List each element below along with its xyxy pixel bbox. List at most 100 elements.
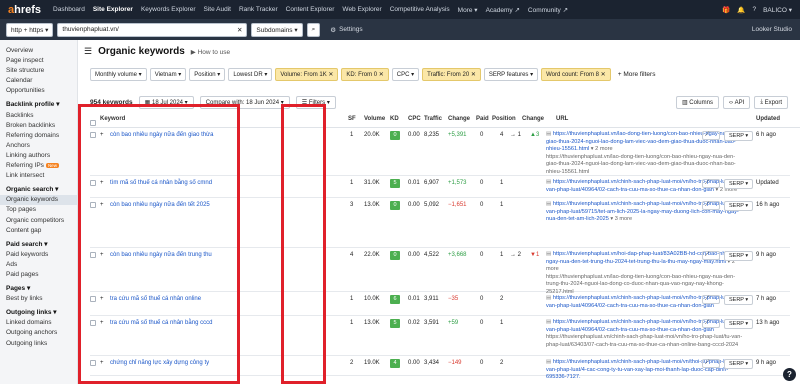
- sidebar-item[interactable]: Backlinks: [0, 111, 77, 121]
- sidebar-item[interactable]: Linked domains: [0, 318, 77, 328]
- sidebar-item[interactable]: Content gap: [0, 226, 77, 236]
- sidebar-item[interactable]: Paid pages: [0, 270, 77, 280]
- filter-chip[interactable]: Position ▾: [189, 68, 226, 81]
- bell-icon[interactable]: 🔔: [737, 6, 745, 14]
- trend-chart-button[interactable]: ⟋: [702, 359, 720, 368]
- sidebar-item[interactable]: Opportunities: [0, 86, 77, 96]
- help-chat-button[interactable]: ?: [783, 368, 796, 381]
- filter-chip[interactable]: Monthly volume ▾: [90, 68, 147, 81]
- help-icon[interactable]: ?: [752, 6, 756, 13]
- sidebar-item-label: Referring domains: [6, 131, 60, 139]
- sidebar-item[interactable]: Best by links: [0, 294, 77, 304]
- menu-icon[interactable]: ☰: [84, 46, 92, 57]
- export-button[interactable]: ⤓ Export: [754, 96, 788, 109]
- sidebar-item[interactable]: Outgoing anchors: [0, 328, 77, 338]
- filter-chip[interactable]: SERP features ▾: [483, 68, 539, 81]
- filter-chip[interactable]: Vietnam ▾: [149, 68, 187, 81]
- sidebar-section-header[interactable]: Organic search ▾: [0, 185, 77, 195]
- sidebar-item[interactable]: Calendar: [0, 76, 77, 86]
- nav-keywords-explorer[interactable]: Keywords Explorer: [137, 6, 200, 13]
- filter-chip[interactable]: Volume: From 1K ✕: [275, 68, 339, 81]
- secondary-url-link[interactable]: https://thuvienphapluat.vn/chinh-sach-ph…: [546, 334, 746, 349]
- sidebar-item[interactable]: Anchors: [0, 141, 77, 151]
- col-paid[interactable]: Paid: [476, 116, 489, 122]
- sidebar-item[interactable]: Broken backlinks: [0, 121, 77, 131]
- nav-content-explorer[interactable]: Content Explorer: [282, 6, 339, 13]
- filter-chip[interactable]: Lowest DR ▾: [228, 68, 273, 81]
- col-position[interactable]: Position: [492, 116, 516, 122]
- trend-chart-button[interactable]: ⟋: [702, 319, 720, 328]
- nav-web-explorer[interactable]: Web Explorer: [338, 6, 385, 13]
- sidebar-item[interactable]: Referring domains: [0, 131, 77, 141]
- how-to-use-link[interactable]: ▶ How to use: [191, 48, 230, 56]
- sidebar-item[interactable]: Ads: [0, 260, 77, 270]
- col-cpc[interactable]: CPC: [408, 116, 421, 122]
- trend-chart-button[interactable]: ⟋: [702, 201, 720, 210]
- nav-academy[interactable]: Academy ↗: [482, 6, 524, 14]
- columns-button[interactable]: ▥ Columns: [675, 96, 719, 109]
- trend-chart-button[interactable]: ⟋: [702, 251, 720, 260]
- sidebar-item[interactable]: Linking authors: [0, 151, 77, 161]
- sidebar-item[interactable]: Site structure: [0, 66, 77, 76]
- serp-button[interactable]: SERP ▾: [724, 179, 754, 189]
- serp-button[interactable]: SERP ▾: [724, 319, 754, 329]
- sidebar-item[interactable]: Link intersect: [0, 171, 77, 181]
- col-url[interactable]: URL: [556, 116, 568, 122]
- col-traffic[interactable]: Traffic: [424, 116, 442, 122]
- serp-button[interactable]: SERP ▾: [724, 251, 754, 261]
- sidebar-item[interactable]: Overview: [0, 46, 77, 56]
- settings-button[interactable]: ⚙ Settings: [330, 26, 362, 34]
- cpc-value: 0.01: [408, 180, 420, 186]
- sidebar-item[interactable]: Referring IPs New: [0, 161, 77, 171]
- account-menu[interactable]: BALICO ▾: [763, 6, 792, 14]
- col-position-change[interactable]: Change: [522, 116, 544, 122]
- col-change[interactable]: Change: [448, 116, 470, 122]
- trend-chart-button[interactable]: ⟋: [702, 179, 720, 188]
- serp-button[interactable]: SERP ▾: [724, 131, 754, 141]
- filter-chip[interactable]: Word count: From 8 ✕: [541, 68, 611, 81]
- sidebar-section-header[interactable]: Paid search ▾: [0, 240, 77, 250]
- nav-dashboard[interactable]: Dashboard: [49, 6, 89, 13]
- close-icon[interactable]: ✕: [237, 26, 242, 34]
- sidebar-item[interactable]: Page inspect: [0, 56, 77, 66]
- col-sf[interactable]: SF: [348, 116, 356, 122]
- sidebar-item[interactable]: Outgoing links: [0, 339, 77, 349]
- gift-icon[interactable]: 🎁: [722, 6, 730, 14]
- nav-more[interactable]: More ▾: [454, 6, 482, 14]
- ahrefs-logo[interactable]: ahrefs: [8, 4, 41, 16]
- nav-competitive-analysis[interactable]: Competitive Analysis: [386, 6, 454, 13]
- serp-button[interactable]: SERP ▾: [724, 201, 754, 211]
- serp-button[interactable]: SERP ▾: [724, 295, 754, 305]
- more-filters-button[interactable]: + More filters: [618, 71, 656, 78]
- more-urls-toggle[interactable]: 3 more: [615, 216, 632, 222]
- volume-value: 20.0K: [364, 132, 380, 138]
- search-button[interactable]: ⌕: [306, 22, 321, 37]
- serp-button[interactable]: SERP ▾: [724, 359, 754, 369]
- filter-chip[interactable]: Traffic: From 20 ✕: [422, 68, 481, 81]
- nav-rank-tracker[interactable]: Rank Tracker: [235, 6, 282, 13]
- nav-site-audit[interactable]: Site Audit: [200, 6, 235, 13]
- filter-chip[interactable]: CPC ▾: [391, 68, 420, 81]
- api-button[interactable]: ‹› API: [722, 96, 751, 109]
- target-url-input[interactable]: thuvienphapluat.vn/✕: [57, 22, 248, 37]
- col-volume[interactable]: Volume: [364, 116, 385, 122]
- sidebar-item[interactable]: Organic keywords: [0, 195, 77, 206]
- sidebar-item[interactable]: Top pages: [0, 205, 77, 215]
- more-urls-toggle[interactable]: 2 more: [595, 146, 612, 152]
- filter-chip[interactable]: KD: From 0 ✕: [341, 68, 389, 81]
- sidebar-section-header[interactable]: Outgoing links ▾: [0, 308, 77, 318]
- col-updated[interactable]: Updated: [756, 116, 780, 122]
- trend-chart-button[interactable]: ⟋: [702, 131, 720, 140]
- trend-chart-button[interactable]: ⟋: [702, 295, 720, 304]
- secondary-url-link[interactable]: https://thuvienphapluat.vn/lao-dong-tien…: [546, 154, 746, 177]
- nav-site-explorer[interactable]: Site Explorer: [89, 6, 137, 13]
- sidebar-section-header[interactable]: Pages ▾: [0, 284, 77, 294]
- sidebar-section-header[interactable]: Backlink profile ▾: [0, 100, 77, 110]
- sidebar-item[interactable]: Paid keywords: [0, 250, 77, 260]
- looker-studio-link[interactable]: Looker Studio: [752, 26, 792, 33]
- nav-community[interactable]: Community ↗: [524, 6, 572, 14]
- sidebar-item[interactable]: Organic competitors: [0, 216, 77, 226]
- protocol-select[interactable]: http + https ▾: [6, 22, 54, 37]
- mode-select[interactable]: Subdomains ▾: [251, 22, 303, 37]
- col-kd[interactable]: KD: [390, 116, 399, 122]
